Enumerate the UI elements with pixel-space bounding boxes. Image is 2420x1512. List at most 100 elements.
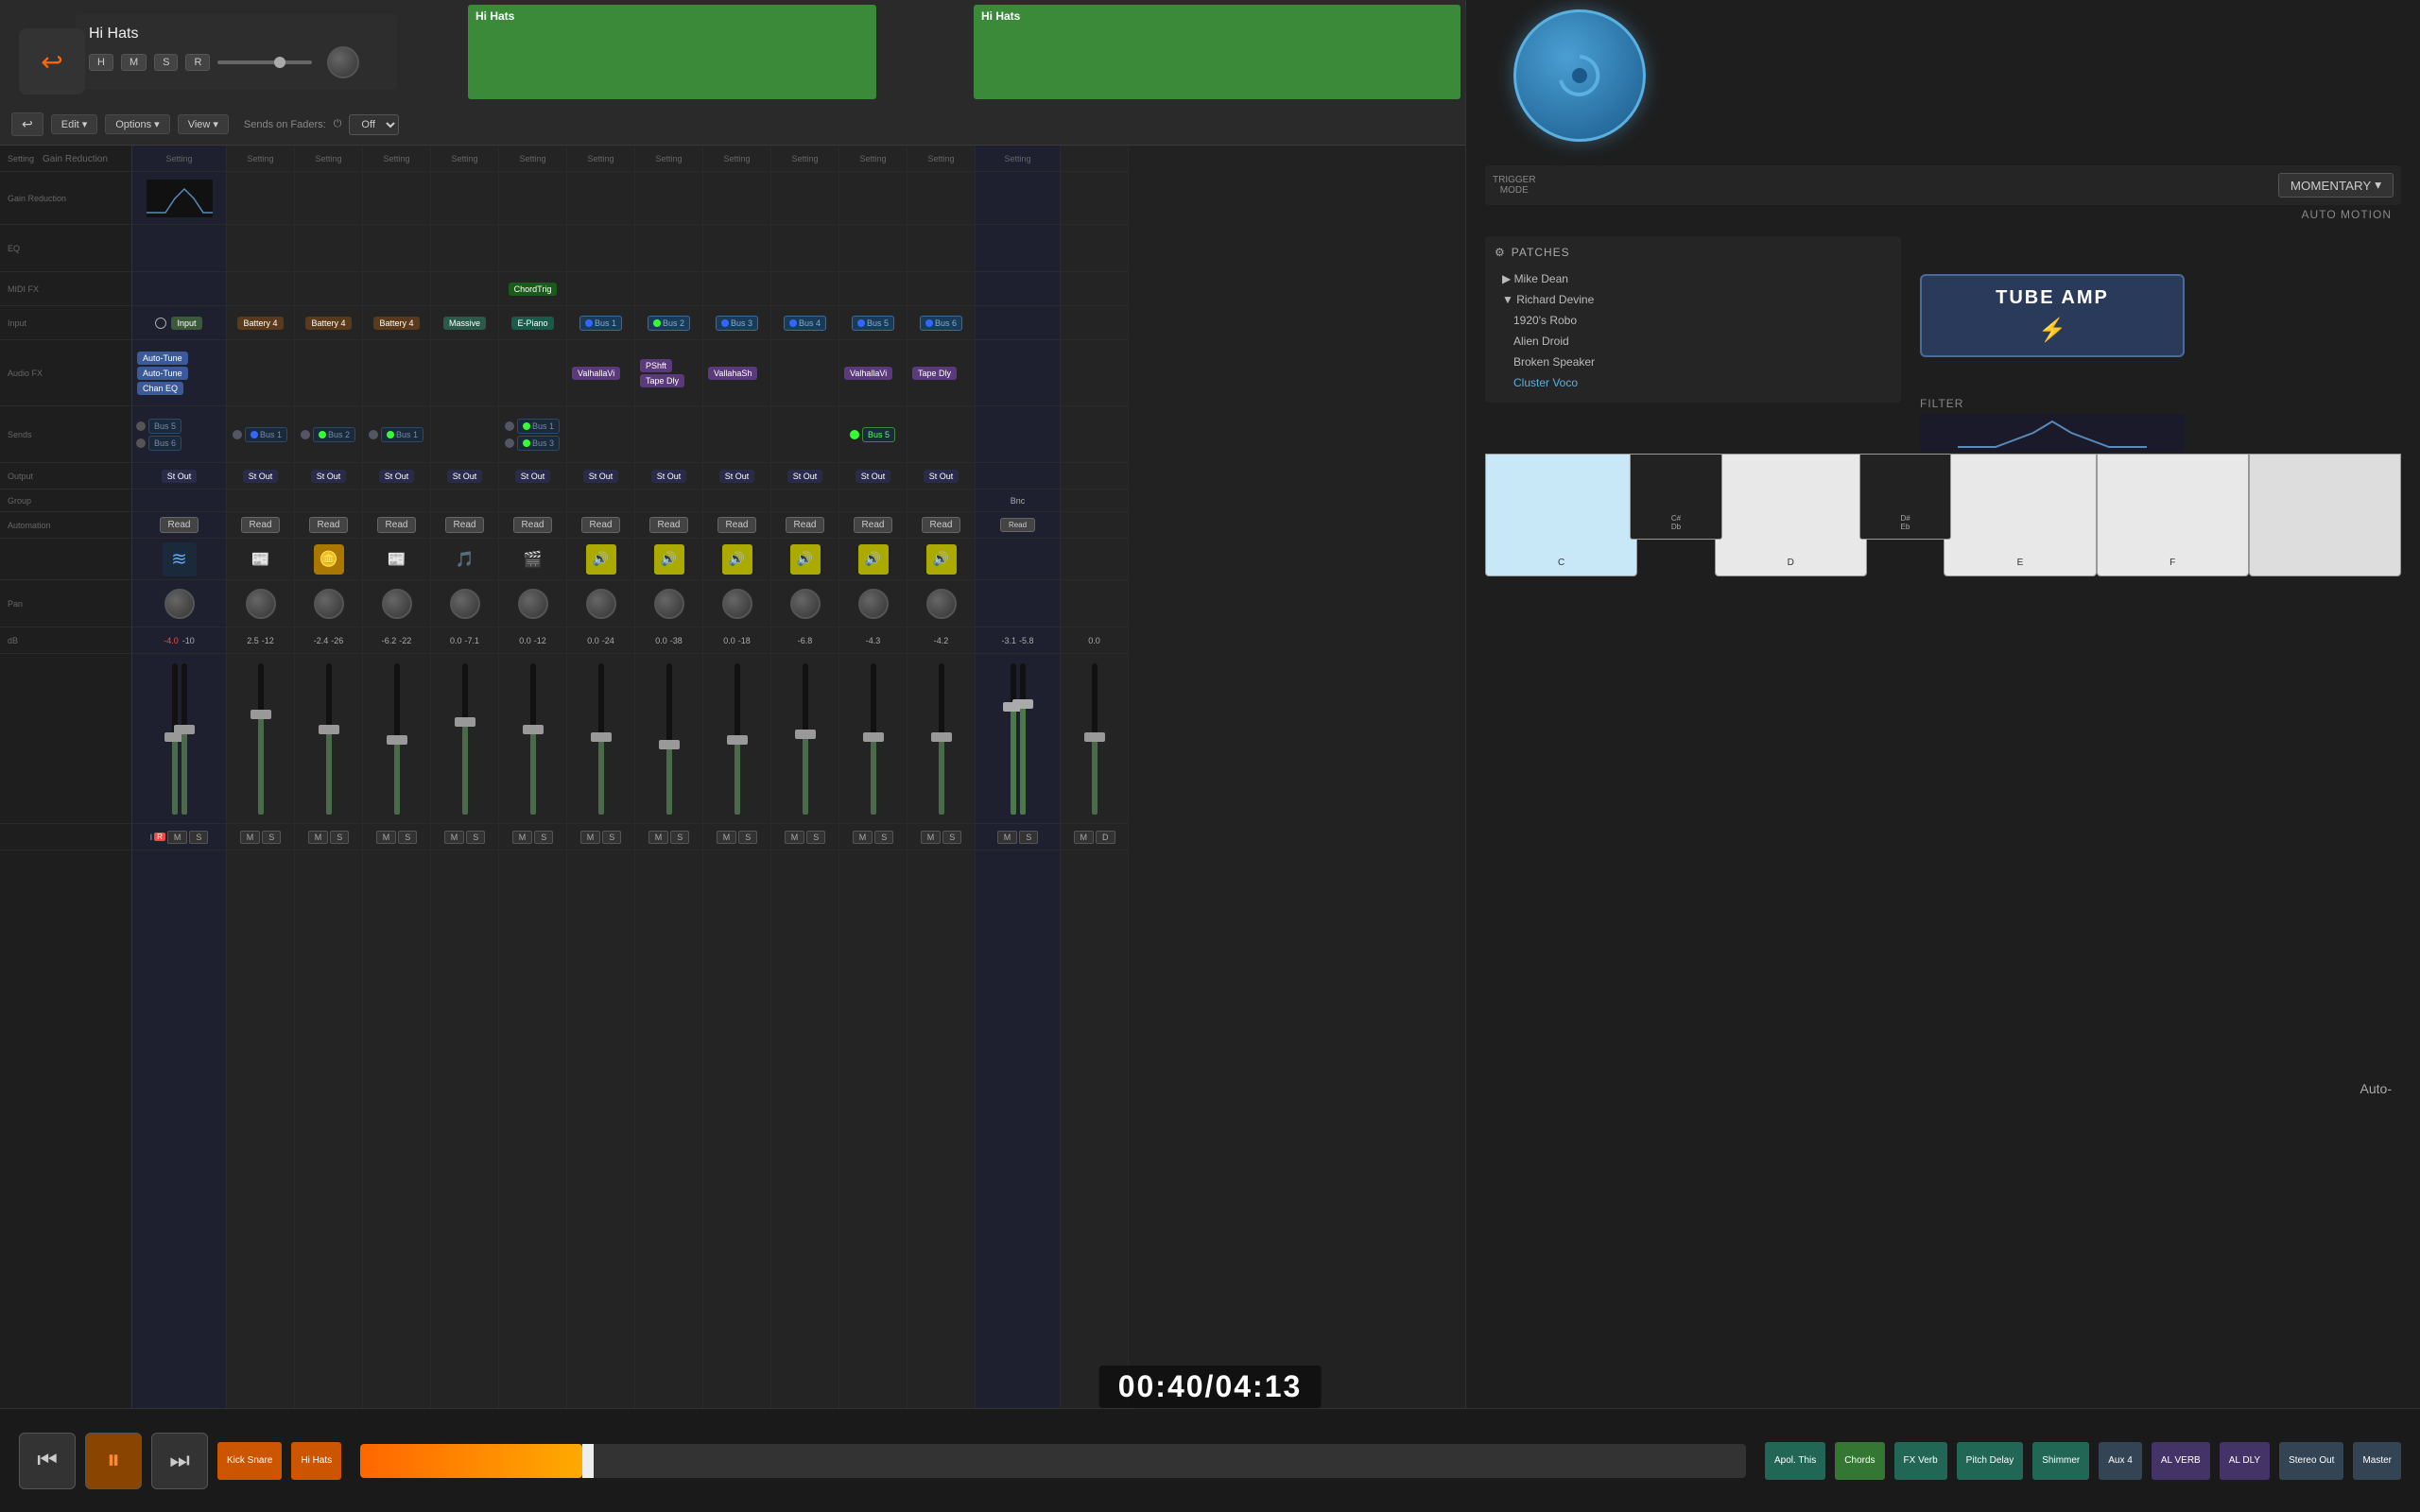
pan-bus2[interactable]: [654, 589, 684, 619]
momentary-button[interactable]: MOMENTARY ▾: [2278, 173, 2394, 198]
fader-handle-3[interactable]: [319, 725, 339, 734]
mute-bus1[interactable]: M: [580, 831, 601, 844]
pan-bus1[interactable]: [586, 589, 616, 619]
bus3-chip-6[interactable]: Bus 3: [517, 436, 560, 451]
auto-read-2[interactable]: Read: [241, 517, 281, 533]
auto-read-bus5[interactable]: Read: [854, 517, 893, 533]
output-5[interactable]: St Out: [447, 470, 483, 483]
progress-bar[interactable]: [360, 1444, 1746, 1478]
mute-2[interactable]: M: [240, 831, 261, 844]
output-bus2[interactable]: St Out: [651, 470, 687, 483]
track-pill-shimmer[interactable]: Shimmer: [2032, 1442, 2089, 1480]
fader-handle-bus4[interactable]: [795, 730, 816, 739]
options-btn[interactable]: Options ▾: [105, 114, 169, 134]
massive-chip[interactable]: Massive: [443, 317, 486, 330]
auto-read-bus2[interactable]: Read: [649, 517, 689, 533]
auto-read-bus4[interactable]: Read: [786, 517, 825, 533]
track-pill-master[interactable]: Master: [2353, 1442, 2401, 1480]
pshft-chip[interactable]: PShft: [640, 359, 672, 372]
bus4-input[interactable]: Bus 4: [784, 316, 826, 331]
output-bus4[interactable]: St Out: [787, 470, 823, 483]
send-btn-ch1-1[interactable]: [136, 421, 146, 431]
mute-btn-1[interactable]: M: [167, 831, 188, 844]
fader-handle-4[interactable]: [387, 735, 407, 745]
auto-read-3[interactable]: Read: [309, 517, 349, 533]
solo-bus3[interactable]: S: [738, 831, 757, 844]
autotune-chip-1[interactable]: Auto-Tune: [137, 352, 188, 365]
solo-2[interactable]: S: [262, 831, 281, 844]
patch-cluster-voco[interactable]: Cluster Voco: [1495, 372, 1892, 393]
output-bus1[interactable]: St Out: [583, 470, 619, 483]
bus5-input[interactable]: Bus 5: [852, 316, 894, 331]
piano-key-ds[interactable]: D# Eb: [1859, 454, 1952, 540]
sends-select[interactable]: Off: [349, 114, 399, 135]
h-button[interactable]: H: [89, 54, 113, 71]
chordtrig-chip[interactable]: ChordTrig: [509, 283, 558, 296]
solo-4[interactable]: S: [398, 831, 417, 844]
bus1-chip-6[interactable]: Bus 1: [517, 419, 560, 434]
bus2-chip-3[interactable]: Bus 2: [313, 427, 355, 442]
piano-key-f[interactable]: F: [2097, 454, 2249, 576]
patch-mike-dean[interactable]: ▶ Mike Dean: [1495, 268, 1892, 289]
fader-handle-5[interactable]: [455, 717, 475, 727]
fader-handle-bus6[interactable]: [931, 732, 952, 742]
fader-handle-master-b[interactable]: [1012, 699, 1033, 709]
pan-5[interactable]: [450, 589, 480, 619]
patch-broken-speaker[interactable]: Broken Speaker: [1495, 352, 1892, 372]
output-chip-1[interactable]: St Out: [162, 470, 198, 483]
fader-handle-bus1[interactable]: [591, 732, 612, 742]
output-6[interactable]: St Out: [515, 470, 551, 483]
patch-1920s-robo[interactable]: 1920's Robo: [1495, 310, 1892, 331]
output-bus6[interactable]: St Out: [924, 470, 959, 483]
retune-knob[interactable]: [1513, 9, 1646, 142]
r-button[interactable]: R: [185, 54, 210, 71]
auto-read-bus1[interactable]: Read: [581, 517, 621, 533]
solo-bus4[interactable]: S: [806, 831, 825, 844]
auto-read-bus3[interactable]: Read: [717, 517, 757, 533]
track-pill-hihats[interactable]: Hi Hats: [291, 1442, 341, 1480]
epiano-chip[interactable]: E-Piano: [511, 317, 553, 330]
auto-read-5[interactable]: Read: [445, 517, 485, 533]
track-pill-kicksnare[interactable]: Kick Snare: [217, 1442, 282, 1480]
output-3[interactable]: St Out: [311, 470, 347, 483]
pan-4[interactable]: [382, 589, 412, 619]
arr-block-2[interactable]: Hi Hats: [974, 5, 1461, 99]
piano-key-e[interactable]: E: [1944, 454, 2096, 576]
s-button[interactable]: S: [154, 54, 178, 71]
tape-dly-chip[interactable]: Tape Dly: [640, 374, 684, 387]
mute-3[interactable]: M: [308, 831, 329, 844]
mute-bus5[interactable]: M: [853, 831, 873, 844]
automation-read-1[interactable]: Read: [160, 517, 199, 533]
output-4[interactable]: St Out: [379, 470, 415, 483]
play-pause-button[interactable]: ⏸: [85, 1433, 142, 1489]
send-btn-ch1-2[interactable]: [136, 438, 146, 448]
m-button[interactable]: M: [121, 54, 147, 71]
piano-key-c[interactable]: C: [1485, 454, 1637, 576]
mute-4[interactable]: M: [376, 831, 397, 844]
solo-bus5[interactable]: S: [874, 831, 893, 844]
output-bus3[interactable]: St Out: [719, 470, 755, 483]
solo-final[interactable]: D: [1096, 831, 1115, 844]
bus1-chip-4[interactable]: Bus 1: [381, 427, 424, 442]
pan-3[interactable]: [314, 589, 344, 619]
back-arrow-btn[interactable]: ↩: [11, 112, 43, 136]
battery4-chip-4[interactable]: Battery 4: [373, 317, 419, 330]
track-pill-chords[interactable]: Chords: [1835, 1442, 1884, 1480]
bus5-chip-1[interactable]: Bus 5: [148, 419, 182, 434]
mute-bus6[interactable]: M: [921, 831, 942, 844]
pan-2[interactable]: [246, 589, 276, 619]
solo-master[interactable]: S: [1019, 831, 1038, 844]
back-button[interactable]: ↩: [19, 28, 85, 94]
fader-handle-1b[interactable]: [174, 725, 195, 734]
battery4-chip-3[interactable]: Battery 4: [305, 317, 351, 330]
track-pill-stereoout[interactable]: Stereo Out: [2279, 1442, 2343, 1480]
track-pill-pitchdly[interactable]: Pitch Delay: [1957, 1442, 2024, 1480]
mute-5[interactable]: M: [444, 831, 465, 844]
bus2-input[interactable]: Bus 2: [648, 316, 690, 331]
piano-key-extra[interactable]: [2249, 454, 2401, 576]
pan-bus6[interactable]: [926, 589, 957, 619]
fader-handle-2[interactable]: [251, 710, 271, 719]
solo-bus2[interactable]: S: [670, 831, 689, 844]
auto-read-4[interactable]: Read: [377, 517, 417, 533]
piano-key-cs[interactable]: C# Db: [1630, 454, 1722, 540]
